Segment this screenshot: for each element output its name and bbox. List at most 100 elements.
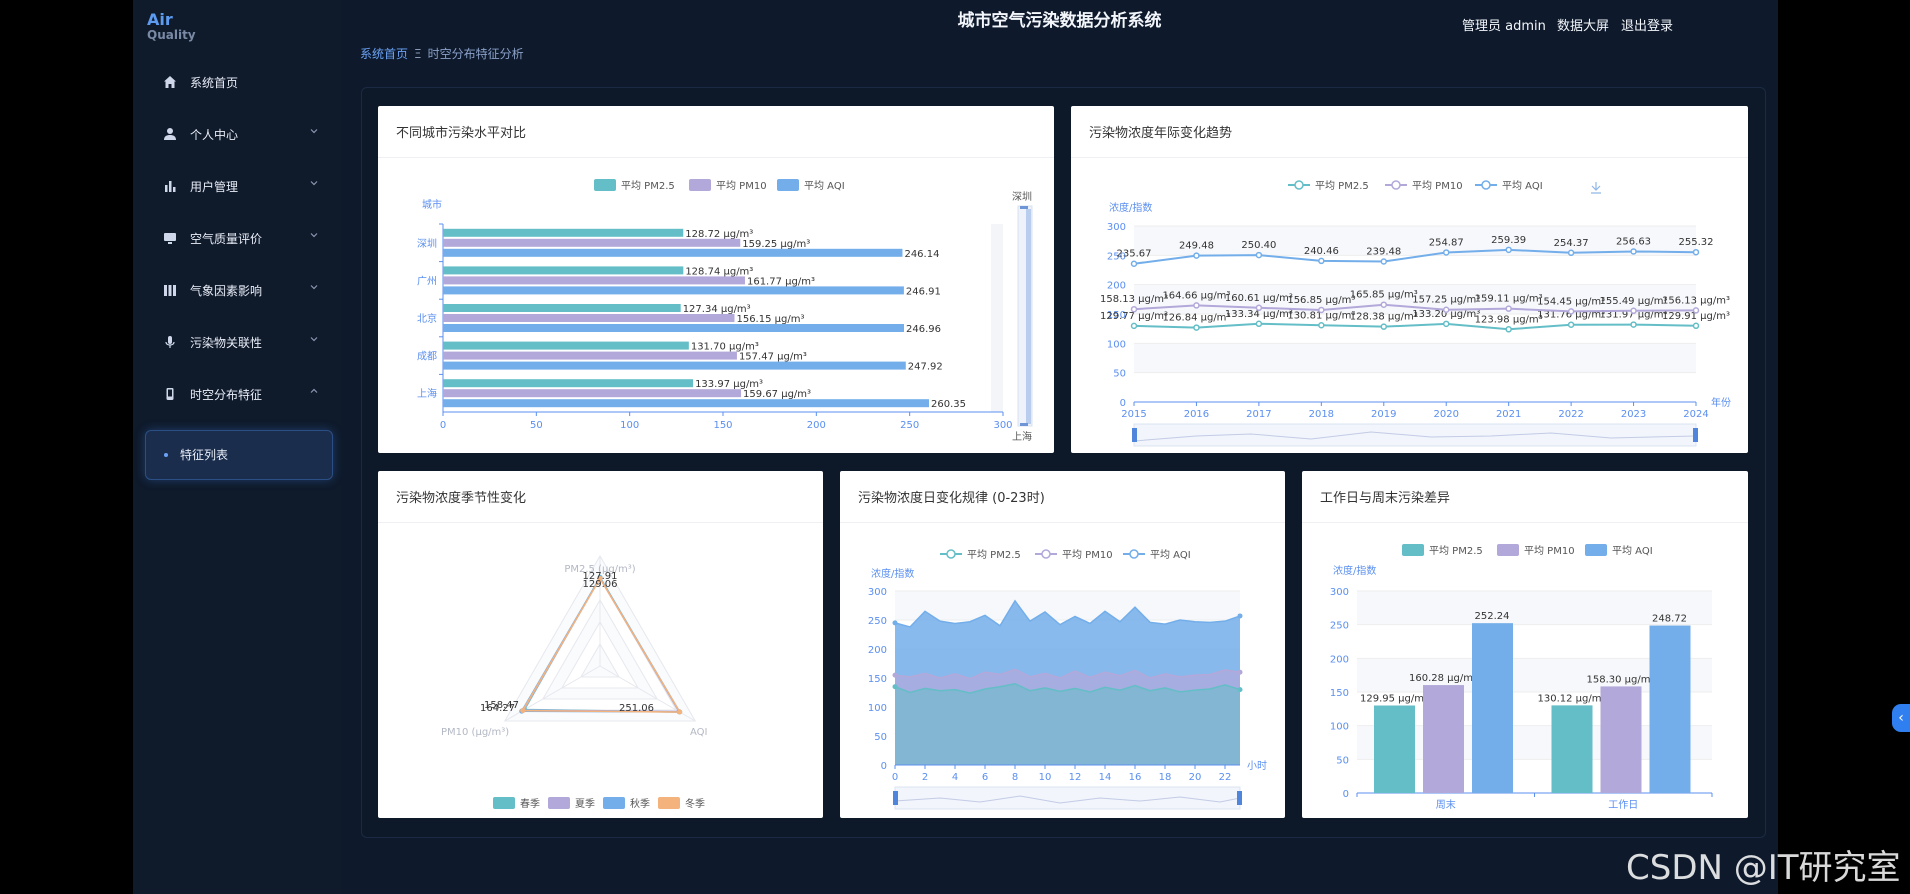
legend-swatch	[1497, 544, 1519, 556]
series-point	[1505, 326, 1512, 333]
point-value-label: 160.61 μg/m³	[1225, 293, 1293, 304]
bar-value-label: 130.12 μg/m³	[1538, 693, 1606, 704]
logo-text: Air	[147, 10, 173, 29]
watermark: CSDN @IT研究室	[1626, 848, 1901, 888]
bar-0	[443, 228, 684, 237]
sidebar-subitem-label: 特征列表	[180, 448, 229, 462]
x-tick-label: 2016	[1184, 409, 1209, 420]
y-tick-label: 300	[1330, 587, 1349, 598]
bar-2	[1649, 625, 1691, 793]
bar-2	[443, 324, 904, 332]
breadcrumb-current: 时空分布特征分析	[427, 47, 524, 61]
series-point	[1630, 321, 1637, 328]
series-point	[1380, 258, 1388, 265]
sidebar-subitem-feature-list[interactable]: 特征列表	[145, 430, 333, 480]
series-point	[1567, 249, 1575, 257]
mobile-icon	[166, 388, 174, 400]
y-tick-label: 广州	[417, 275, 437, 287]
legend-label: 平均 PM2.5	[1315, 180, 1369, 192]
point-value-label: 159.11 μg/m³	[1475, 294, 1543, 305]
y-tick-label: 200	[868, 645, 887, 656]
series-point	[1255, 304, 1263, 312]
y-tick-label: 250	[1330, 621, 1349, 632]
x-tick-label: 4	[952, 772, 958, 783]
series-point	[1630, 248, 1637, 255]
y-tick-label: 深圳	[417, 238, 437, 250]
bar-value-label: 160.28 μg/m³	[1409, 673, 1477, 684]
point-value-label: 129.77 μg/m³	[1100, 311, 1168, 322]
sidebar-item-correlation[interactable]: 污染物关联性	[133, 322, 341, 362]
sidebar-item-label: 时空分布特征	[190, 388, 263, 402]
sidebar-item-home[interactable]: 系统首页	[133, 62, 341, 102]
sidebar-item-air-quality[interactable]: 空气质量评价	[133, 218, 341, 258]
point-value-label: 259.39	[1491, 235, 1526, 246]
series-point	[1630, 307, 1637, 315]
sidebar-item-spatiotemporal[interactable]: 时空分布特征	[133, 374, 341, 414]
y-axis-name: 浓度/指数	[1333, 564, 1376, 577]
monitor-icon	[164, 233, 176, 244]
app-window: Air Quality 系统首页 个人中心 用户管理 空气质量评价 气象因素影响	[133, 0, 1910, 894]
y-tick-label: 200	[1107, 281, 1126, 292]
x-tick-label: 0	[440, 420, 446, 431]
bar-value-label: 159.67 μg/m³	[743, 389, 811, 400]
x-tick-label: 周末	[1436, 798, 1456, 811]
logo-subtext: Quality	[147, 28, 196, 42]
bar-2	[1472, 623, 1513, 793]
x-tick-label: 12	[1069, 772, 1082, 783]
legend-marker	[1481, 180, 1491, 190]
collapse-panel-button[interactable]: ‹	[1892, 704, 1910, 732]
chevron-down-icon	[310, 129, 318, 134]
x-tick-label: 2024	[1683, 409, 1708, 420]
y-axis-name: 城市	[422, 198, 442, 211]
bar-1	[443, 276, 745, 285]
series-point	[1193, 252, 1200, 259]
x-tick-label: 2	[922, 772, 928, 783]
bar-2	[443, 286, 904, 295]
sidebar-item-label: 系统首页	[190, 76, 239, 90]
y-tick-label: 50	[1336, 755, 1349, 766]
legend-marker	[946, 549, 956, 559]
sidebar: Air Quality 系统首页 个人中心 用户管理 空气质量评价 气象因素影响	[133, 0, 341, 894]
series-point	[1237, 613, 1243, 619]
series-point	[892, 672, 898, 678]
sidebar-item-users[interactable]: 用户管理	[133, 166, 341, 206]
city-bar-chart: 平均 PM2.5 平均 PM10 平均 AQI 城市 0 50 100 150 200 250 30…	[417, 179, 1033, 443]
x-axis-name: 年份	[1711, 396, 1731, 409]
chevron-down-icon	[310, 337, 318, 342]
x-tick-label: 50	[530, 420, 543, 431]
radar-point	[677, 709, 683, 715]
x-tick-label: 2023	[1621, 409, 1646, 420]
legend-label: 平均 PM2.5	[621, 180, 675, 192]
point-value-label: 123.98 μg/m³	[1475, 314, 1543, 325]
y-tick-label: 100	[1107, 339, 1126, 350]
x-tick-label: 2022	[1558, 409, 1583, 420]
point-value-label: 157.25 μg/m³	[1412, 295, 1480, 306]
sidebar-item-profile[interactable]: 个人中心	[133, 114, 341, 154]
x-tick-label: 200	[807, 420, 826, 431]
y-tick-label: 300	[1107, 222, 1126, 233]
x-tick-label: 20	[1189, 772, 1202, 783]
y-tick-label: 50	[874, 732, 887, 743]
bar-value-label: 260.35	[931, 399, 966, 410]
legend-marker	[1391, 180, 1401, 190]
series-point	[1567, 321, 1575, 328]
legend-marker	[1041, 549, 1051, 559]
bar-0	[443, 379, 694, 388]
radar-value-label: 251.06	[619, 703, 654, 714]
big-screen-link[interactable]: 数据大屏	[1557, 15, 1609, 34]
sidebar-item-label: 用户管理	[190, 180, 239, 194]
city-comparison-card: 不同城市污染水平对比 平均 PM2.5 平均 PM10 平均 AQI 城市 0 50 100…	[378, 106, 1054, 453]
y-tick-label: 0	[1120, 398, 1126, 409]
x-tick-label: 14	[1099, 772, 1112, 783]
logout-link[interactable]: 退出登录	[1621, 15, 1673, 34]
bar-1	[1600, 686, 1642, 793]
zoom-handle-left	[1132, 428, 1137, 442]
sidebar-item-weather[interactable]: 气象因素影响	[133, 270, 341, 310]
legend-label: 冬季	[685, 797, 705, 810]
breadcrumb-home-link[interactable]: 系统首页	[360, 47, 408, 61]
admin-user-link[interactable]: 管理员 admin	[1462, 15, 1546, 34]
legend-swatch	[658, 797, 680, 809]
x-tick-label: 2019	[1371, 409, 1396, 420]
x-tick-label: 250	[900, 420, 919, 431]
point-value-label: 250.40	[1241, 240, 1276, 251]
